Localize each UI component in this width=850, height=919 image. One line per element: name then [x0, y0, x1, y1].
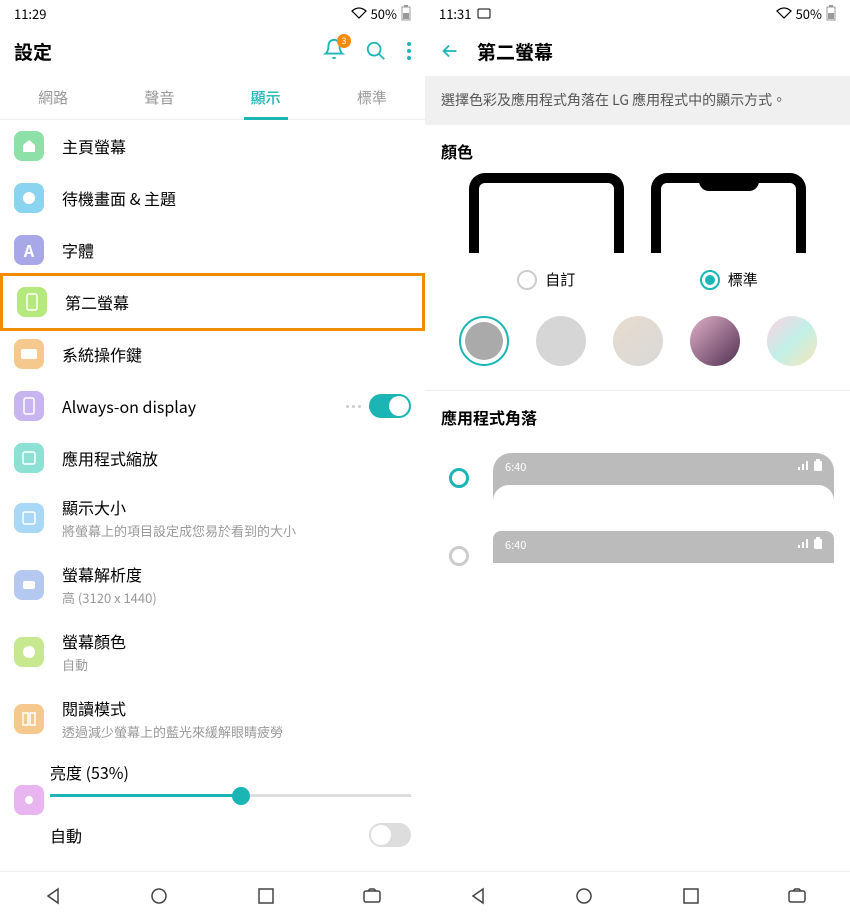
swatch-grey[interactable]: [459, 316, 509, 366]
item-lockscreen-theme[interactable]: 待機畫面 & 主題: [0, 172, 425, 224]
aod-icon: [14, 391, 44, 421]
left-phone: 11:29 50% 設定 3 網路 聲音 顯示 標準 主頁螢幕 待機畫面 & 主…: [0, 0, 425, 919]
font-icon: A: [14, 235, 44, 265]
status-right: 50%: [351, 4, 411, 23]
wifi-icon: [351, 7, 367, 19]
nav-keys-icon: [14, 339, 44, 369]
color-icon: [14, 637, 44, 667]
status-bar: 11:31 50%: [425, 0, 850, 26]
tab-network[interactable]: 網路: [0, 76, 106, 119]
second-screen-icon: [17, 287, 47, 317]
status-right: 50%: [776, 4, 836, 23]
signal-icon: [798, 538, 810, 548]
header: 設定 3: [0, 26, 425, 76]
auto-brightness-toggle[interactable]: [369, 823, 411, 847]
corner-options: 6:40 6:40: [425, 439, 850, 595]
nav-home-icon[interactable]: [149, 886, 169, 906]
phone-previews: [425, 173, 850, 253]
reading-icon: [14, 704, 44, 734]
theme-icon: [14, 183, 44, 213]
scaling-icon: [14, 443, 44, 473]
nav-home-icon[interactable]: [574, 886, 594, 906]
color-swatches: [425, 306, 850, 391]
corner-preview-rounded: 6:40: [493, 453, 834, 503]
status-bar: 11:29 50%: [0, 0, 425, 26]
more-dots-icon[interactable]: [346, 405, 361, 408]
corner-preview-sharp: 6:40: [493, 531, 834, 581]
corner-option-rounded[interactable]: 6:40: [441, 439, 834, 517]
notif-badge: 3: [337, 34, 351, 48]
nav-back-icon[interactable]: [468, 886, 488, 906]
radio-icon: [449, 468, 469, 488]
tabs: 網路 聲音 顯示 標準: [0, 76, 425, 120]
battery-icon: [401, 5, 411, 21]
more-icon[interactable]: [407, 42, 411, 60]
corner-option-sharp[interactable]: 6:40: [441, 517, 834, 595]
radio-row: 自訂 標準: [425, 253, 850, 306]
battery-icon: [814, 459, 822, 471]
nav-screenshot-icon[interactable]: [362, 886, 382, 906]
status-time: 11:29: [14, 4, 46, 23]
notification-button[interactable]: 3: [323, 38, 345, 65]
radio-custom[interactable]: 自訂: [517, 269, 575, 290]
swatch-purple[interactable]: [690, 316, 740, 366]
status-time: 11:31: [439, 4, 471, 23]
item-display-size[interactable]: 顯示大小將螢幕上的項目設定成您易於看到的大小: [0, 484, 425, 551]
radio-standard[interactable]: 標準: [700, 269, 758, 290]
battery-icon: [814, 537, 822, 549]
display-size-icon: [14, 503, 44, 533]
brightness-slider[interactable]: [50, 794, 411, 797]
corner-section-title: 應用程式角落: [425, 391, 850, 439]
swatch-rainbow[interactable]: [767, 316, 817, 366]
screenshot-icon: [477, 6, 491, 20]
nav-recent-icon[interactable]: [256, 886, 276, 906]
swatch-light[interactable]: [536, 316, 586, 366]
back-button[interactable]: [439, 40, 461, 62]
item-home-screen[interactable]: 主頁螢幕: [0, 120, 425, 172]
signal-icon: [798, 460, 810, 470]
radio-icon: [517, 270, 537, 290]
nav-bar: [0, 871, 425, 919]
resolution-icon: [14, 570, 44, 600]
brightness-icon: [14, 785, 44, 815]
home-icon: [14, 131, 44, 161]
nav-screenshot-icon[interactable]: [787, 886, 807, 906]
description: 選擇色彩及應用程式角落在 LG 應用程式中的顯示方式。: [425, 76, 850, 125]
tab-sound[interactable]: 聲音: [106, 76, 212, 119]
item-screen-color[interactable]: 螢幕顏色自動: [0, 618, 425, 685]
item-aod[interactable]: Always-on display: [0, 380, 425, 432]
right-phone: 11:31 50% 第二螢幕 選擇色彩及應用程式角落在 LG 應用程式中的顯示方…: [425, 0, 850, 919]
auto-brightness-label: 自動: [50, 823, 82, 847]
item-font[interactable]: A字體: [0, 224, 425, 276]
preview-notch[interactable]: [651, 173, 806, 253]
search-icon[interactable]: [365, 40, 387, 62]
radio-icon: [449, 546, 469, 566]
header: 第二螢幕: [425, 26, 850, 76]
tab-standard[interactable]: 標準: [319, 76, 425, 119]
tab-display[interactable]: 顯示: [213, 76, 319, 119]
color-section-title: 顏色: [425, 125, 850, 173]
wifi-icon: [776, 7, 792, 19]
swatch-beige[interactable]: [613, 316, 663, 366]
item-nav-keys[interactable]: 系統操作鍵: [0, 328, 425, 380]
brightness-section: 亮度 (53%): [0, 752, 425, 815]
radio-icon: [700, 270, 720, 290]
page-title: 設定: [14, 38, 323, 65]
brightness-label: 亮度 (53%): [50, 760, 411, 784]
item-reading-mode[interactable]: 閱讀模式透過減少螢幕上的藍光來緩解眼睛疲勞: [0, 685, 425, 752]
item-second-screen[interactable]: 第二螢幕: [0, 273, 425, 331]
battery-pct: 50%: [371, 4, 397, 23]
item-app-scaling[interactable]: 應用程式縮放: [0, 432, 425, 484]
settings-list[interactable]: 主頁螢幕 待機畫面 & 主題 A字體 第二螢幕 系統操作鍵 Always-on …: [0, 120, 425, 871]
aod-toggle[interactable]: [369, 394, 411, 418]
nav-back-icon[interactable]: [43, 886, 63, 906]
nav-bar: [425, 871, 850, 919]
item-resolution[interactable]: 螢幕解析度高 (3120 x 1440): [0, 551, 425, 618]
nav-recent-icon[interactable]: [681, 886, 701, 906]
battery-pct: 50%: [796, 4, 822, 23]
preview-no-notch[interactable]: [469, 173, 624, 253]
battery-icon: [826, 5, 836, 21]
page-title: 第二螢幕: [477, 38, 836, 65]
